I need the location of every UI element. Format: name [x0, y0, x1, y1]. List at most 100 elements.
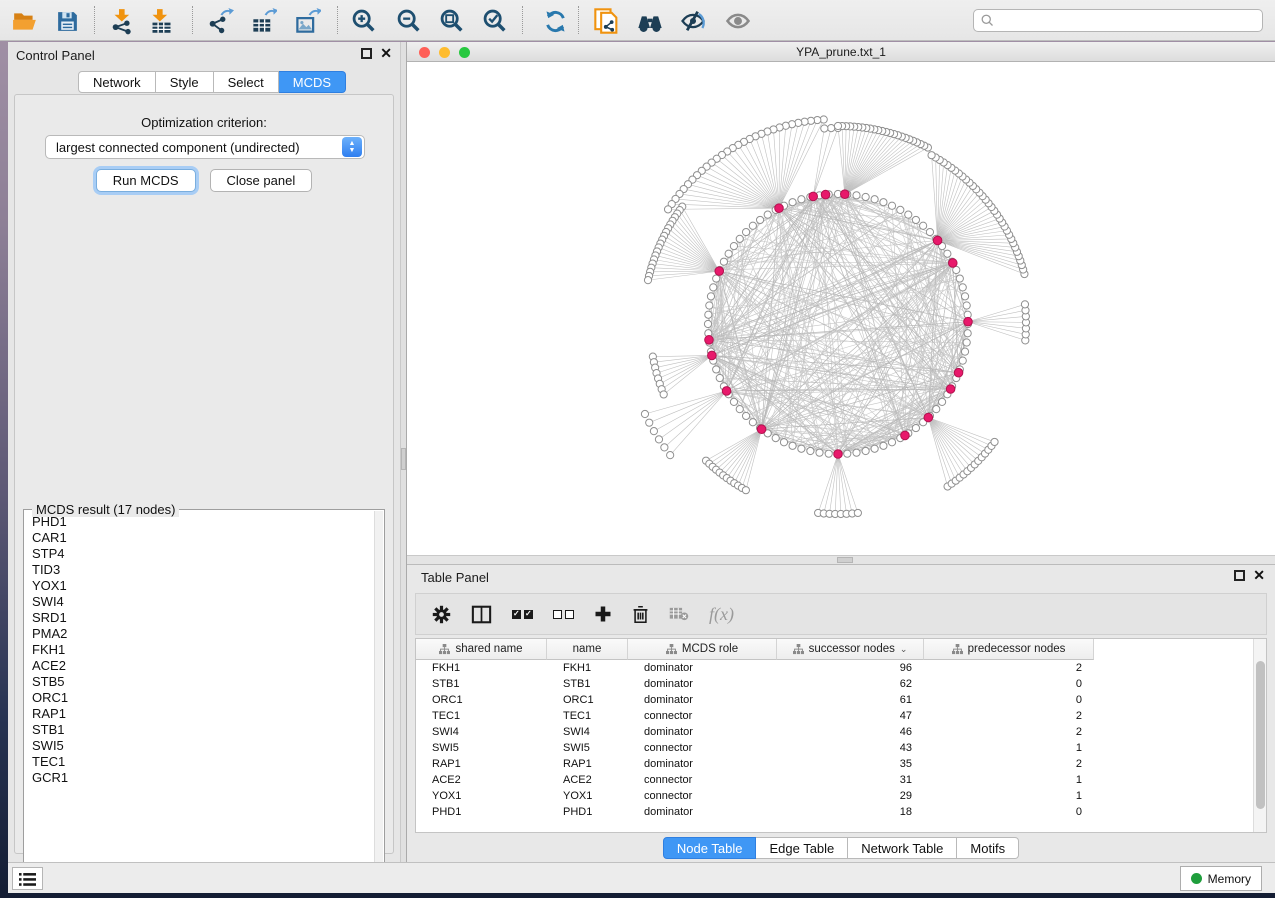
float-panel-icon[interactable]	[361, 48, 372, 59]
mcds-result-item[interactable]: GCR1	[32, 770, 373, 786]
mcds-result-item[interactable]: STB1	[32, 722, 373, 738]
select-all-icon[interactable]	[512, 610, 533, 619]
search-binoculars-icon[interactable]	[635, 6, 665, 36]
mcds-result-item[interactable]: FKH1	[32, 642, 373, 658]
table-panel-tabs: Node TableEdge TableNetwork TableMotifs	[407, 837, 1275, 859]
tab-style[interactable]: Style	[156, 71, 214, 93]
table-cell: RAP1	[416, 756, 547, 772]
mcds-result-item[interactable]: ORC1	[32, 690, 373, 706]
table-cell: 0	[924, 692, 1094, 708]
zoom-selected-icon[interactable]	[480, 6, 510, 36]
optimization-criterion-select[interactable]: largest connected component (undirected)…	[45, 135, 365, 159]
mcds-result-item[interactable]: TID3	[32, 562, 373, 578]
export-table-icon[interactable]	[248, 6, 278, 36]
table-row[interactable]: SWI4SWI4dominator462	[416, 724, 1250, 740]
control-panel-header: Control Panel ✕	[8, 42, 400, 68]
table-cell: dominator	[628, 676, 777, 692]
mcds-result-item[interactable]: STP4	[32, 546, 373, 562]
table-row[interactable]: FKH1FKH1dominator962	[416, 660, 1250, 676]
tab-select[interactable]: Select	[214, 71, 279, 93]
export-network-icon[interactable]	[205, 6, 235, 36]
table-row[interactable]: ACE2ACE2connector311	[416, 772, 1250, 788]
show-all-eye-icon[interactable]	[723, 6, 753, 36]
table-cell: ACE2	[547, 772, 628, 788]
table-row[interactable]: STB1STB1dominator620	[416, 676, 1250, 692]
add-icon[interactable]	[594, 605, 612, 623]
close-panel-icon[interactable]: ✕	[380, 48, 392, 59]
import-network-icon[interactable]	[108, 6, 138, 36]
mcds-result-item[interactable]: SWI5	[32, 738, 373, 754]
column-header-successor-nodes[interactable]: successor nodes⌄	[777, 639, 924, 660]
table-cell: 47	[777, 708, 924, 724]
column-header-shared-name[interactable]: shared name	[416, 639, 547, 660]
close-panel-icon[interactable]: ✕	[1253, 570, 1265, 581]
scrollbar-thumb[interactable]	[1256, 661, 1265, 809]
refresh-icon[interactable]	[540, 6, 570, 36]
table-vertical-scrollbar[interactable]	[1253, 639, 1266, 832]
table-settings-gear-icon[interactable]	[432, 605, 451, 624]
mcds-result-item[interactable]: STB5	[32, 674, 373, 690]
mcds-result-item[interactable]: RAP1	[32, 706, 373, 722]
deselect-all-icon[interactable]	[553, 610, 574, 619]
table-cell: 35	[777, 756, 924, 772]
network-window-titlebar[interactable]: YPA_prune.txt_1	[407, 42, 1275, 62]
table-cell: 2	[924, 724, 1094, 740]
run-mcds-button[interactable]: Run MCDS	[96, 169, 196, 192]
delete-trash-icon[interactable]	[632, 605, 649, 624]
table-row[interactable]: YOX1YOX1connector291	[416, 788, 1250, 804]
table-row[interactable]: TEC1TEC1connector472	[416, 708, 1250, 724]
memory-button[interactable]: Memory	[1180, 866, 1262, 891]
column-header-name[interactable]: name	[547, 639, 628, 660]
hide-unhide-icon[interactable]	[678, 6, 708, 36]
tab-network-table[interactable]: Network Table	[848, 837, 957, 859]
tab-edge-table[interactable]: Edge Table	[756, 837, 848, 859]
mcds-list-scrollbar[interactable]	[374, 511, 383, 879]
mcds-result-item[interactable]: PMA2	[32, 626, 373, 642]
table-row[interactable]: ORC1ORC1dominator610	[416, 692, 1250, 708]
mcds-result-item[interactable]: YOX1	[32, 578, 373, 594]
vertical-splitter[interactable]	[400, 42, 407, 862]
show-columns-icon[interactable]	[471, 605, 492, 624]
float-panel-icon[interactable]	[1234, 570, 1245, 581]
mcds-result-item[interactable]: SWI4	[32, 594, 373, 610]
mcds-result-item[interactable]: SRD1	[32, 610, 373, 626]
open-file-icon[interactable]	[10, 6, 40, 36]
horizontal-splitter[interactable]	[407, 555, 1275, 565]
table-row[interactable]: SWI5SWI5connector431	[416, 740, 1250, 756]
toolbar-separator	[578, 6, 579, 34]
task-history-button[interactable]	[12, 867, 43, 890]
column-header-predecessor-nodes[interactable]: predecessor nodes	[924, 639, 1094, 660]
table-row[interactable]: PHD1PHD1dominator180	[416, 804, 1250, 820]
search-field[interactable]	[973, 9, 1263, 32]
mcds-result-item[interactable]: CAR1	[32, 530, 373, 546]
mcds-result-item[interactable]: TEC1	[32, 754, 373, 770]
selected-option-text: largest connected component (undirected)	[46, 140, 342, 155]
zoom-fit-icon[interactable]	[437, 6, 467, 36]
mcds-result-item[interactable]: PHD1	[32, 514, 373, 530]
tab-network[interactable]: Network	[78, 71, 156, 93]
network-canvas[interactable]	[407, 62, 1275, 555]
import-table-icon[interactable]	[146, 6, 176, 36]
export-image-icon[interactable]	[292, 6, 322, 36]
close-panel-button[interactable]: Close panel	[210, 169, 313, 192]
mcds-result-item[interactable]: ACE2	[32, 658, 373, 674]
table-row[interactable]: RAP1RAP1dominator352	[416, 756, 1250, 772]
tab-node-table[interactable]: Node Table	[663, 837, 757, 859]
control-panel-title: Control Panel	[16, 48, 95, 63]
network-file-share-icon[interactable]	[592, 6, 622, 36]
table-cell: dominator	[628, 724, 777, 740]
splitter-handle[interactable]	[401, 448, 406, 470]
table-cell: 29	[777, 788, 924, 804]
column-header-MCDS-role[interactable]: MCDS role	[628, 639, 777, 660]
search-icon	[980, 13, 995, 28]
splitter-handle[interactable]	[837, 557, 853, 563]
table-cell: PHD1	[416, 804, 547, 820]
zoom-out-icon[interactable]	[394, 6, 424, 36]
table-cell: FKH1	[416, 660, 547, 676]
save-icon[interactable]	[52, 6, 82, 36]
tab-motifs[interactable]: Motifs	[957, 837, 1019, 859]
delete-table-icon-disabled	[669, 606, 689, 622]
zoom-in-icon[interactable]	[349, 6, 379, 36]
search-input[interactable]	[995, 14, 1262, 28]
tab-mcds[interactable]: MCDS	[279, 71, 346, 93]
